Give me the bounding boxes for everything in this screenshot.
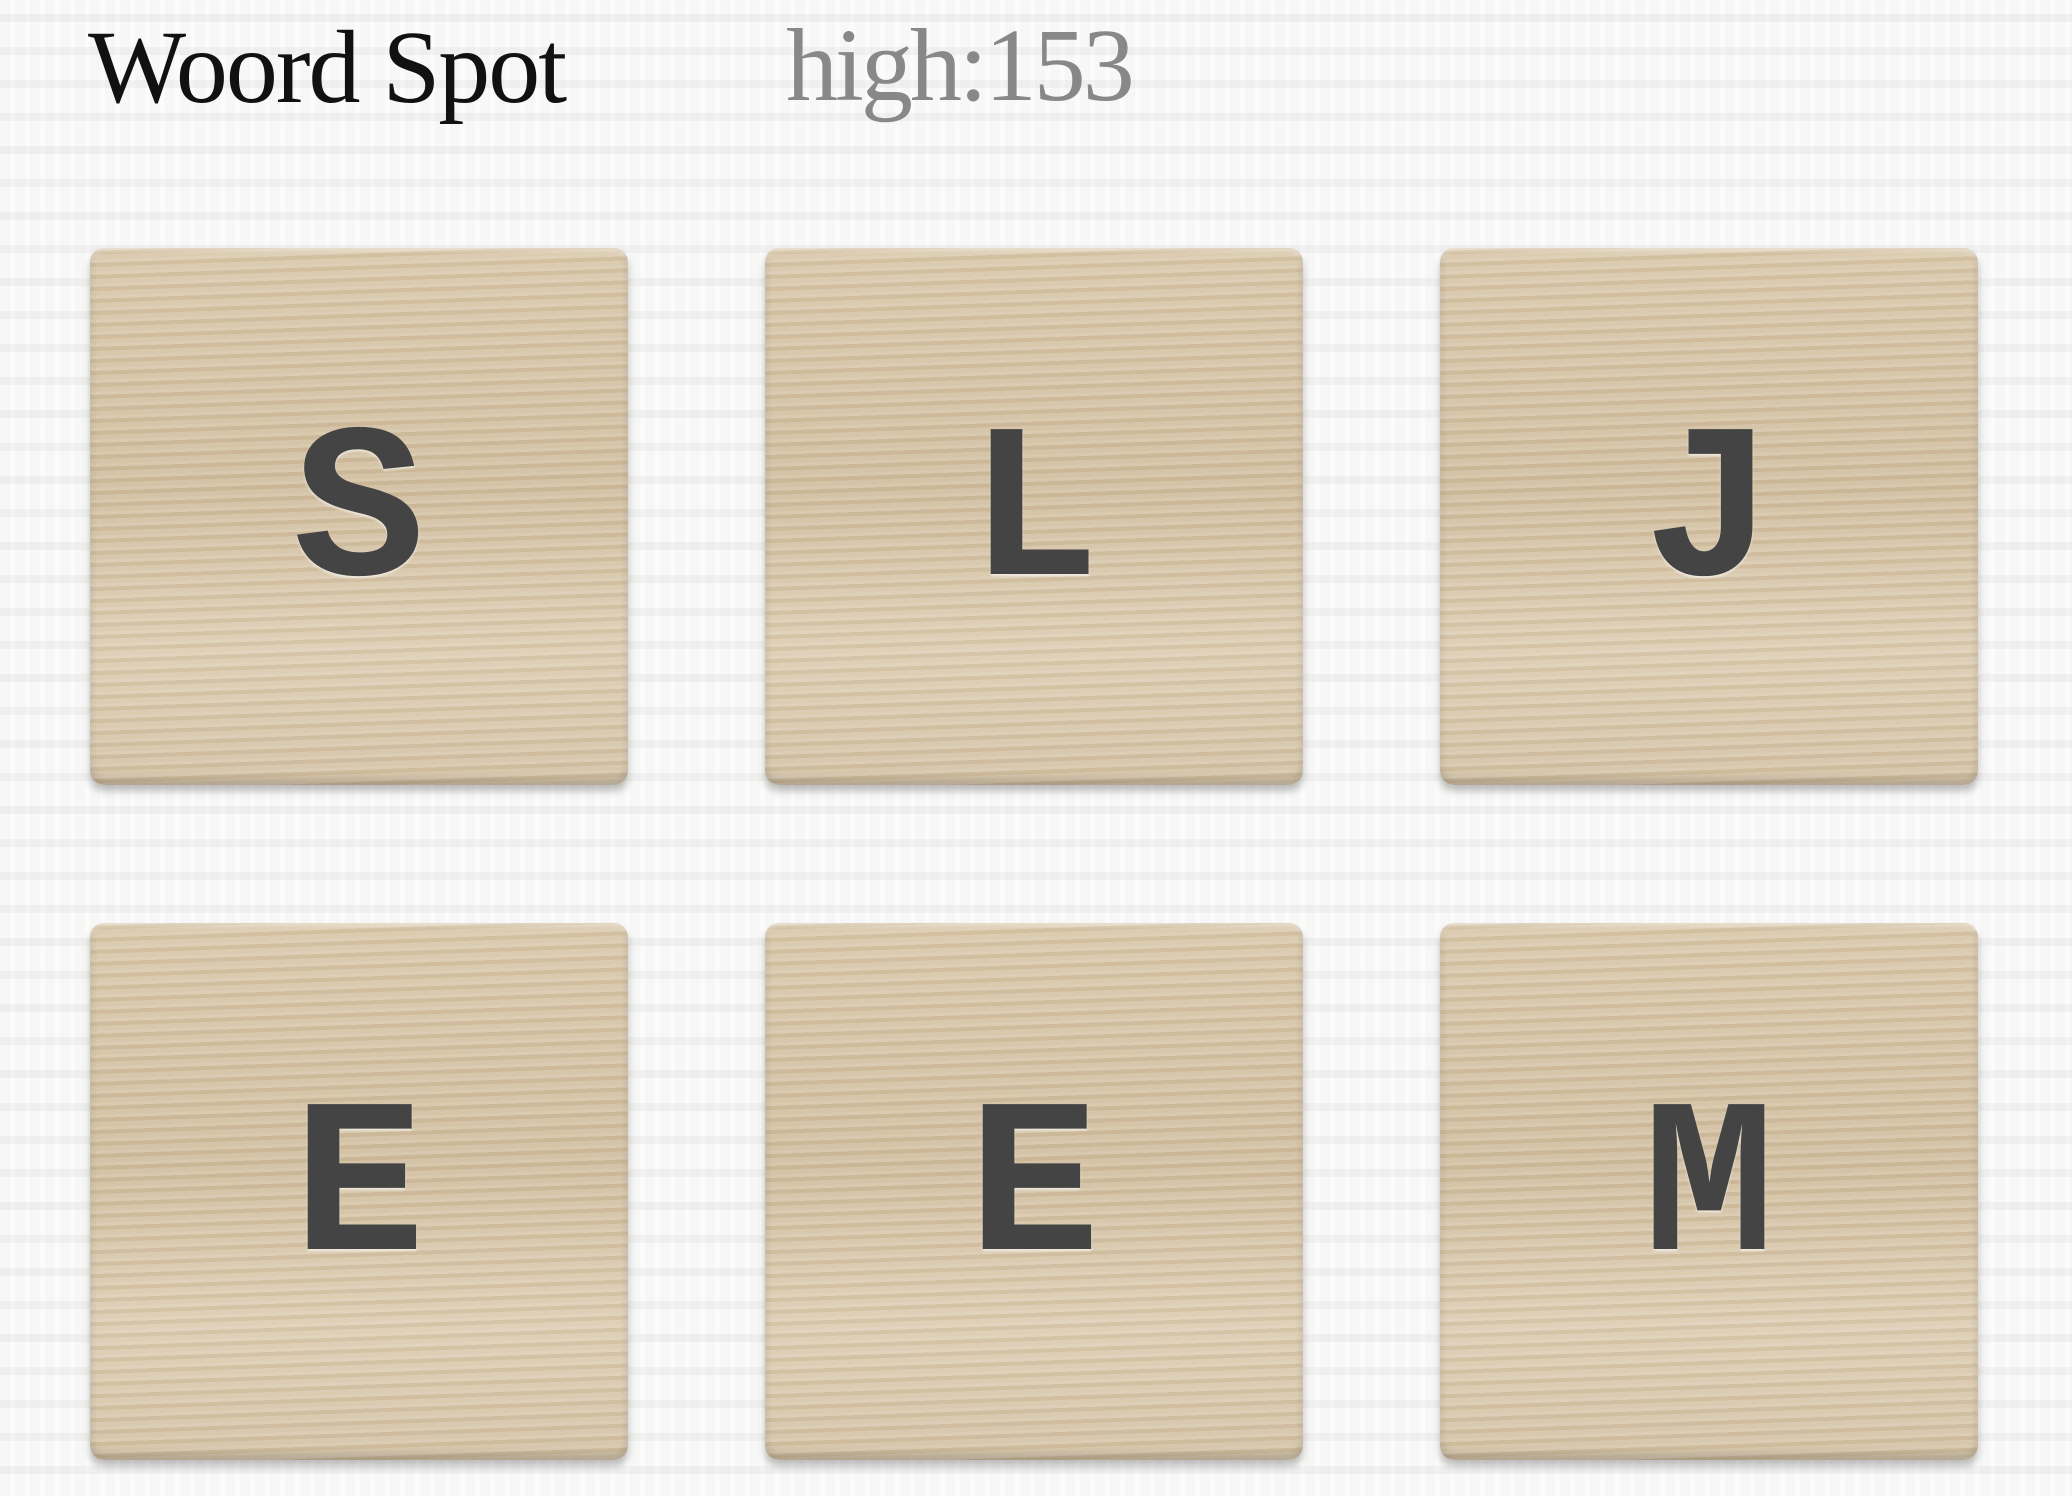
letter-tile[interactable]: L <box>765 248 1303 785</box>
tile-letter: E <box>292 1066 426 1316</box>
letter-tile[interactable]: M <box>1440 923 1978 1460</box>
high-score: high:153 <box>786 8 1135 123</box>
tile-letter: M <box>1642 1066 1776 1316</box>
tile-letter: J <box>1642 391 1776 641</box>
tile-letter: E <box>967 1066 1101 1316</box>
game-title: Woord Spot <box>88 10 567 125</box>
letter-tile[interactable]: E <box>765 923 1303 1460</box>
letter-tile[interactable]: S <box>90 248 628 785</box>
tile-letter: L <box>967 391 1101 641</box>
tile-letter: S <box>292 391 426 641</box>
letter-tile[interactable]: E <box>90 923 628 1460</box>
letter-tile[interactable]: J <box>1440 248 1978 785</box>
